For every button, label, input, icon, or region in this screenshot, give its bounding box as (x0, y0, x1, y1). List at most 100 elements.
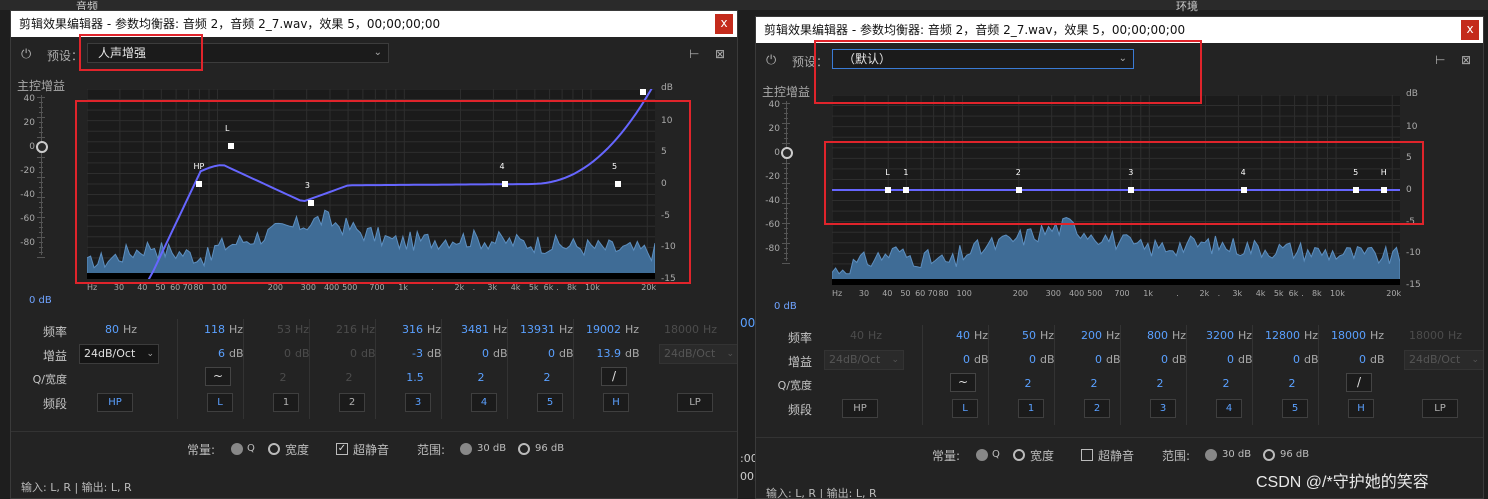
lp-slope-select[interactable]: 24dB/Oct ⌄ (659, 344, 737, 364)
q-radio[interactable] (976, 449, 988, 461)
band-frequency-value[interactable]: 53 (253, 323, 291, 336)
band-frequency-value[interactable]: 3200 (1196, 329, 1234, 342)
band-gain-value[interactable]: 0 (1130, 353, 1168, 366)
lp-slope-value: 24dB/Oct (664, 347, 716, 360)
band-toggle-2[interactable]: 2 (1084, 399, 1110, 418)
q-radio[interactable] (231, 443, 243, 455)
low-shelf-icon[interactable]: ~ (205, 367, 231, 386)
band-toggle-4[interactable]: 4 (1216, 399, 1242, 418)
band-q-value[interactable]: 2 (471, 371, 491, 384)
band-gain-value[interactable]: 0 (932, 353, 970, 366)
band-toggle-4[interactable]: 4 (471, 393, 497, 412)
band-gain-value[interactable]: 0 (451, 347, 489, 360)
gain-tick (39, 127, 43, 128)
band-frequency-value[interactable]: 800 (1130, 329, 1168, 342)
band-frequency-value[interactable]: 316 (385, 323, 423, 336)
band-gain-value[interactable]: 13.9 (583, 347, 622, 360)
band-gain-value[interactable]: 0 (1262, 353, 1300, 366)
power-icon[interactable]: ⏻ (21, 47, 31, 62)
band-q-value[interactable]: 2 (273, 371, 293, 384)
band-gain-value[interactable]: 6 (187, 347, 225, 360)
band-q-value[interactable]: 2 (1282, 377, 1302, 390)
band-gain-value[interactable]: 0 (1328, 353, 1366, 366)
band-frequency-value[interactable]: 18000 (661, 323, 699, 336)
band-gain-value[interactable]: -3 (385, 347, 423, 360)
band-q-value[interactable]: 2 (1084, 377, 1104, 390)
master-gain-value[interactable]: 0 dB (29, 295, 52, 306)
band-toggle-2[interactable]: 2 (339, 393, 365, 412)
band-frequency-value[interactable]: 216 (319, 323, 357, 336)
band-toggle-lp[interactable]: LP (677, 393, 713, 412)
band-gain-value[interactable]: 0 (1196, 353, 1234, 366)
band-frequency-value[interactable]: 50 (998, 329, 1036, 342)
save-preset-icon[interactable]: ⊢ (1435, 53, 1445, 67)
band-q-value[interactable]: 2 (1150, 377, 1170, 390)
band-q-value[interactable]: 2 (339, 371, 359, 384)
gain-tick (37, 157, 45, 158)
band-toggle-h[interactable]: H (603, 393, 629, 412)
freq-axis-label: 700 (369, 283, 385, 292)
close-button[interactable]: x (715, 14, 733, 34)
band-frequency-value[interactable]: 80 (81, 323, 119, 336)
delete-preset-icon[interactable]: ⊠ (715, 47, 725, 61)
delete-preset-icon[interactable]: ⊠ (1461, 53, 1471, 67)
band-toggle-1[interactable]: 1 (1018, 399, 1044, 418)
master-gain-value[interactable]: 0 dB (774, 301, 797, 312)
band-gain-value[interactable]: 0 (517, 347, 555, 360)
band-frequency-value[interactable]: 18000 (1406, 329, 1444, 342)
band-frequency-value[interactable]: 40 (932, 329, 970, 342)
band-toggle-lp[interactable]: LP (1422, 399, 1458, 418)
band-gain-value[interactable]: 0 (998, 353, 1036, 366)
band-toggle-1[interactable]: 1 (273, 393, 299, 412)
band-q-value[interactable]: 1.5 (405, 371, 425, 384)
gain-axis-label: 0 (29, 142, 35, 152)
band-frequency-value[interactable]: 13931 (517, 323, 555, 336)
ultra-quiet-checkbox[interactable]: ✓ (336, 443, 348, 455)
master-gain-knob[interactable] (36, 141, 48, 153)
gain-tick (39, 252, 43, 253)
band-frequency-value[interactable]: 18000 (1328, 329, 1366, 342)
band-frequency-value[interactable]: 12800 (1262, 329, 1300, 342)
ultra-quiet-checkbox[interactable] (1081, 449, 1093, 461)
band-frequency-value[interactable]: 3481 (451, 323, 489, 336)
range-96-radio[interactable] (1263, 449, 1275, 461)
band-q-value[interactable]: 2 (1018, 377, 1038, 390)
range-30-radio[interactable] (1205, 449, 1217, 461)
range-30-radio[interactable] (460, 443, 472, 455)
hp-slope-select[interactable]: 24dB/Oct ⌄ (79, 344, 159, 364)
lp-slope-select[interactable]: 24dB/Oct ⌄ (1404, 350, 1483, 370)
low-shelf-icon[interactable]: ~ (950, 373, 976, 392)
width-radio[interactable] (1013, 449, 1025, 461)
band-frequency-value[interactable]: 40 (826, 329, 864, 342)
band-frequency-value[interactable]: 118 (187, 323, 225, 336)
band-toggle-hp[interactable]: HP (842, 399, 878, 418)
band-toggle-l[interactable]: L (952, 399, 978, 418)
band-frequency-value[interactable]: 200 (1064, 329, 1102, 342)
band-gain-value[interactable]: 0 (253, 347, 291, 360)
band-toggle-l[interactable]: L (207, 393, 233, 412)
band-toggle-3[interactable]: 3 (405, 393, 431, 412)
power-icon[interactable]: ⏻ (766, 53, 776, 68)
band-frequency-value[interactable]: 19002 (583, 323, 621, 336)
band-gain-value[interactable]: 0 (319, 347, 357, 360)
band-frequency-unit: Hz (974, 329, 989, 342)
band-toggle-5[interactable]: 5 (1282, 399, 1308, 418)
band-toggle-hp[interactable]: HP (97, 393, 133, 412)
freq-axis-label: 3k (1232, 289, 1243, 298)
close-button[interactable]: x (1461, 20, 1479, 40)
band-toggle-h[interactable]: H (1348, 399, 1374, 418)
high-shelf-icon[interactable]: / (1346, 373, 1372, 392)
band-toggle-5[interactable]: 5 (537, 393, 563, 412)
range-96-radio[interactable] (518, 443, 530, 455)
eq-node-handle[interactable] (640, 88, 647, 95)
hp-slope-select[interactable]: 24dB/Oct ⌄ (824, 350, 904, 370)
band-toggle-3[interactable]: 3 (1150, 399, 1176, 418)
band-q-value[interactable]: 2 (537, 371, 557, 384)
width-radio[interactable] (268, 443, 280, 455)
master-gain-knob[interactable] (781, 147, 793, 159)
freq-axis-label: 6k (1288, 289, 1299, 298)
save-preset-icon[interactable]: ⊢ (689, 47, 699, 61)
high-shelf-icon[interactable]: / (601, 367, 627, 386)
band-q-value[interactable]: 2 (1216, 377, 1236, 390)
band-gain-value[interactable]: 0 (1064, 353, 1102, 366)
